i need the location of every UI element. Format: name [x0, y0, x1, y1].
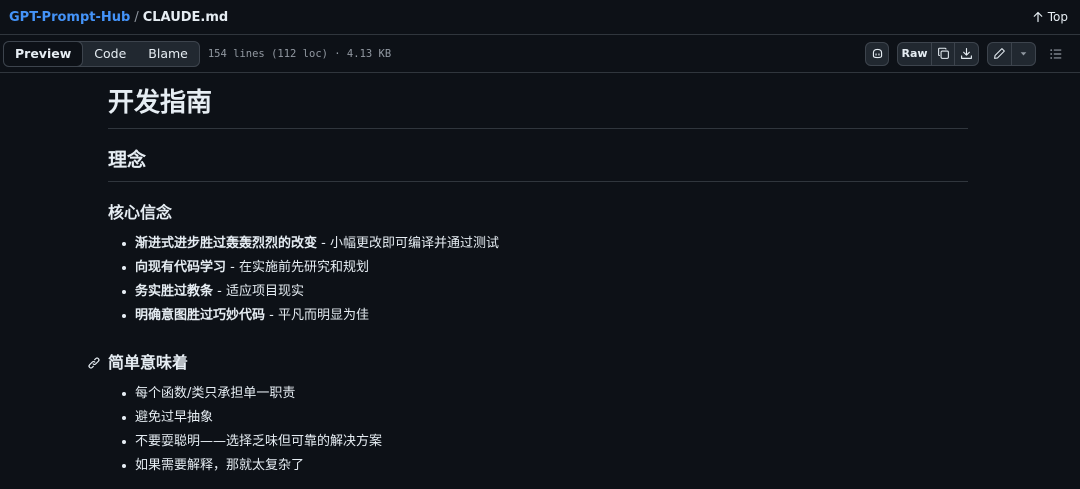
file-name: CLAUDE.md	[142, 9, 229, 25]
subheading-simplicity: 简单意味着	[88, 353, 968, 372]
markdown-body: 开发指南 理念 核心信念 渐进式进步胜过轰轰烈烈的改变 - 小幅更改即可编译并通…	[88, 73, 968, 478]
raw-button[interactable]: Raw	[898, 42, 932, 65]
file-info: 154 lines (112 loc) · 4.13 KB	[207, 47, 392, 60]
view-switcher: Preview Code Blame	[3, 40, 200, 67]
simplicity-list: 每个函数/类只承担单一职责 避免过早抽象 不要耍聪明——选择乏味但可靠的解决方案…	[108, 382, 968, 478]
repo-link[interactable]: GPT-Prompt-Hub	[9, 10, 130, 25]
list-item: 渐进式进步胜过轰轰烈烈的改变 - 小幅更改即可编译并通过测试	[108, 232, 968, 256]
edit-button[interactable]	[988, 42, 1012, 65]
download-button[interactable]	[955, 43, 978, 65]
pencil-icon	[994, 48, 1005, 59]
file-header: GPT-Prompt-Hub / CLAUDE.md Top	[0, 0, 1080, 34]
core-beliefs-list: 渐进式进步胜过轰轰烈烈的改变 - 小幅更改即可编译并通过测试 向现有代码学习 -…	[108, 232, 968, 328]
list-item-bold: 务实胜过教条	[135, 284, 214, 299]
subheading-text: 核心信念	[108, 203, 173, 222]
list-item-text: - 在实施前先研究和规划	[226, 260, 369, 275]
copy-button[interactable]	[932, 42, 955, 65]
list-item: 如果需要解释，那就太复杂了	[108, 454, 968, 478]
link-icon[interactable]	[87, 356, 101, 370]
breadcrumb-separator: /	[134, 9, 139, 25]
list-item-bold: 明确意图胜过巧妙代码	[135, 308, 266, 323]
file-toolbar: Preview Code Blame 154 lines (112 loc) ·…	[0, 34, 1080, 73]
list-item: 避免过早抽象	[108, 406, 968, 430]
tab-blame[interactable]: Blame	[137, 42, 199, 66]
copy-icon	[937, 47, 949, 59]
list-item: 向现有代码学习 - 在实施前先研究和规划	[108, 256, 968, 280]
breadcrumb: GPT-Prompt-Hub / CLAUDE.md	[9, 10, 228, 25]
copilot-button[interactable]	[865, 41, 889, 66]
list-item: 务实胜过教条 - 适应项目现实	[108, 280, 968, 304]
list-unordered-icon	[1050, 48, 1062, 59]
copilot-icon	[872, 48, 882, 59]
list-item: 明确意图胜过巧妙代码 - 平凡而明显为佳	[108, 304, 968, 328]
doc-title: 开发指南	[108, 90, 968, 129]
subheading-text: 简单意味着	[108, 353, 189, 372]
list-item: 每个函数/类只承担单一职责	[108, 382, 968, 406]
top-button[interactable]: Top	[1032, 10, 1068, 24]
list-item-text: - 小幅更改即可编译并通过测试	[317, 236, 499, 251]
top-label: Top	[1047, 10, 1068, 24]
edit-actions	[987, 41, 1036, 66]
list-item: 不要耍聪明——选择乏味但可靠的解决方案	[108, 430, 968, 454]
arrow-up-icon	[1033, 11, 1043, 23]
list-item-bold: 渐进式进步胜过轰轰烈烈的改变	[135, 236, 318, 251]
list-item-text: - 平凡而明显为佳	[265, 308, 369, 323]
list-item-text: - 适应项目现实	[213, 284, 304, 299]
list-item-bold: 向现有代码学习	[135, 260, 227, 275]
subheading-core-beliefs: 核心信念	[108, 205, 968, 221]
tab-code[interactable]: Code	[83, 42, 137, 66]
tab-preview[interactable]: Preview	[3, 41, 84, 66]
triangle-down-icon	[1020, 52, 1027, 56]
outline-button[interactable]	[1044, 42, 1068, 66]
raw-actions: Raw	[897, 41, 979, 66]
section-heading: 理念	[108, 151, 968, 182]
download-icon	[961, 48, 972, 59]
edit-menu-button[interactable]	[1012, 43, 1035, 65]
